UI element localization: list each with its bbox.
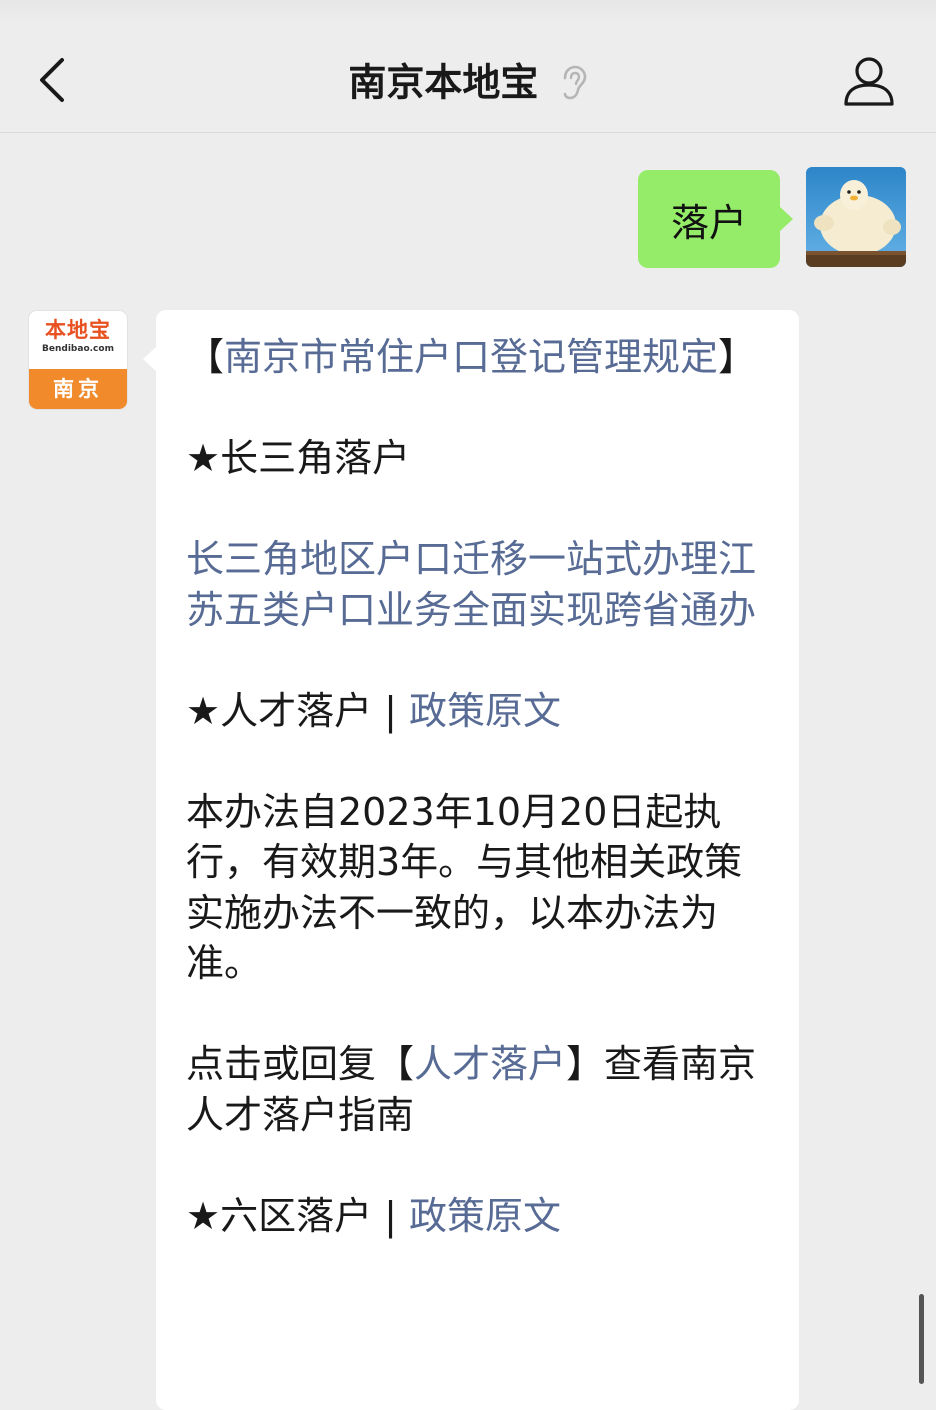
heading-six-districts: ★六区落户 | 政策原文 [186,1191,769,1242]
user-avatar[interactable] [806,167,906,267]
link-six-districts-policy-original[interactable]: 政策原文 [409,1194,561,1238]
logo-text: 本地宝 [45,318,111,342]
heading-talent: ★人才落户 | 政策原文 [186,686,769,737]
paragraph-talent-guide: 点击或回复【人才落户】查看南京人才落户指南 [186,1039,769,1140]
chat-title: 南京本地宝 [348,60,539,105]
paragraph-regulation: 【南京市常住户口登记管理规定】 [186,332,769,383]
link-yangtze-hukou-migration[interactable]: 长三角地区户口迁移一站式办理江苏五类户口业务全面实现跨省通办 [186,537,756,632]
paragraph-yangtze-link: 长三角地区户口迁移一站式办理江苏五类户口业务全面实现跨省通办 [186,534,769,635]
duck-plush-image [806,167,906,267]
user-message-bubble[interactable]: 落户 [638,170,793,268]
talent-label: ★人才落户 | [186,688,410,733]
logo-url: Bendibao.com [42,344,114,354]
profile-button[interactable] [840,52,898,110]
page-title: 南京本地宝 [0,54,936,109]
status-area [0,0,936,24]
bracket-open: 【 [186,335,225,379]
person-icon [844,57,894,106]
bracket-close: 】 [718,335,757,379]
bendibao-logo: 本地宝 Bendibao.com [29,311,127,369]
bot-message-text: 【南京市常住户口登记管理规定】 ★长三角落户 长三角地区户口迁移一站式办理江苏五… [186,332,769,1241]
six-districts-label: ★六区落户 | [186,1193,410,1238]
bot-avatar[interactable]: 本地宝 Bendibao.com 南京 [29,311,127,409]
user-message-text: 落户 [670,200,747,245]
nav-bar: 南京本地宝 [0,24,936,133]
link-talent-policy-original[interactable]: 政策原文 [409,689,561,733]
scrollbar[interactable] [919,1294,924,1384]
bot-message-bubble: 【南京市常住户口登记管理规定】 ★长三角落户 长三角地区户口迁移一站式办理江苏五… [143,310,799,1410]
talent-guide-before: 点击或回复【 [186,1042,415,1086]
link-talent-settle[interactable]: 人才落户 [414,1042,566,1086]
heading-yangtze-delta: ★长三角落户 [186,436,411,480]
logo-city: 南京 [29,369,127,409]
link-nanjing-residence-regulation[interactable]: 南京市常住户口登记管理规定 [224,335,718,379]
paragraph-policy-validity: 本办法自2023年10月20日起执行，有效期3年。与其他相关政策实施办法不一致的… [186,789,743,986]
ear-icon [563,65,586,99]
